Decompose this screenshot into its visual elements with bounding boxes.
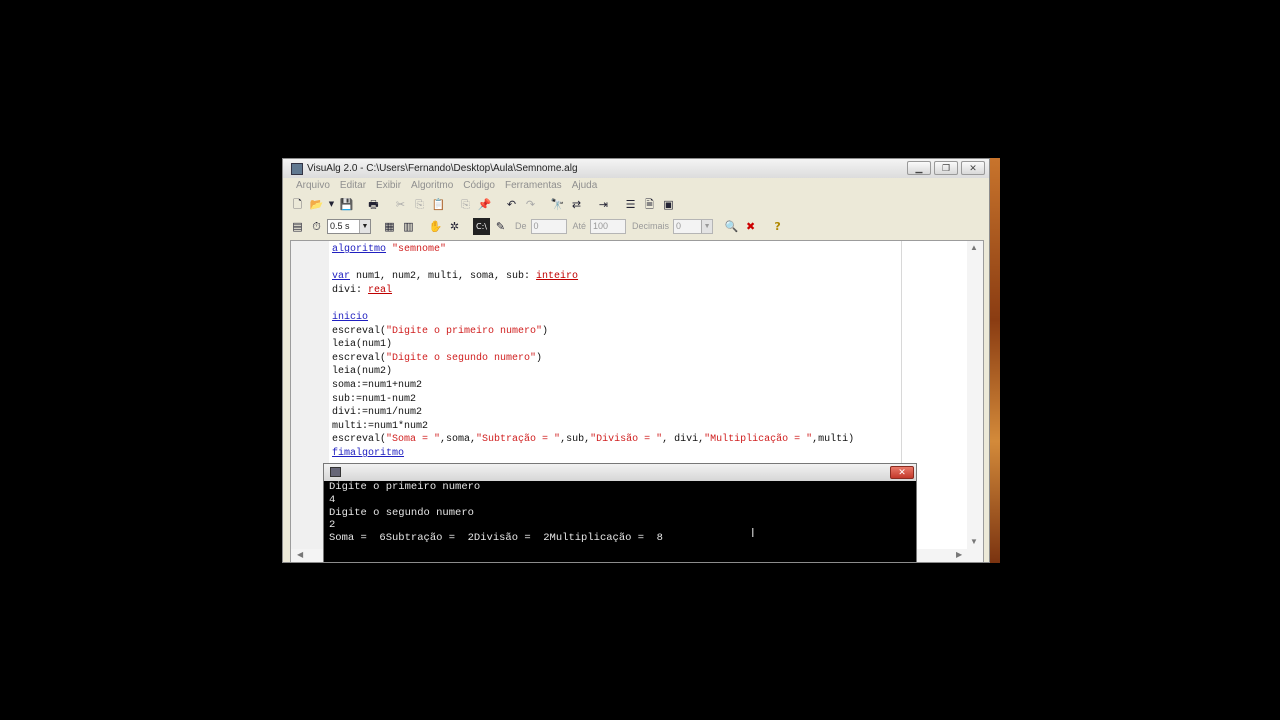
decimais-select[interactable]: 0 ▼	[673, 218, 714, 234]
variables-icon[interactable]: ▦	[381, 218, 398, 235]
code-line: var num1, num2, multi, soma, sub: inteir…	[332, 271, 579, 283]
console-icon[interactable]: C:\	[473, 217, 490, 235]
debug-icon[interactable]: ✲	[446, 218, 463, 235]
console-line: 2	[329, 519, 336, 532]
ate-field[interactable]: 100	[590, 218, 627, 234]
scroll-up-icon[interactable]: ▲	[970, 243, 978, 252]
replace-icon[interactable]: ⇄	[568, 196, 585, 213]
open-file-icon[interactable]: 📂	[308, 196, 325, 213]
save-icon[interactable]: 💾	[338, 196, 355, 213]
menu-bar: Arquivo Editar Exibir Algoritmo Código F…	[283, 178, 989, 192]
list-icon[interactable]: ☰	[622, 196, 639, 213]
menu-codigo[interactable]: Código	[458, 180, 500, 191]
close-button[interactable]: ✕	[961, 161, 985, 175]
menu-exibir[interactable]: Exibir	[371, 180, 406, 191]
console-window-icon	[330, 467, 341, 477]
code-line: fimalgoritmo	[332, 447, 405, 459]
minimize-button[interactable]: ▁	[907, 161, 931, 175]
code-line: multi:=num1*num2	[332, 420, 429, 432]
scroll-left-icon[interactable]: ◀	[297, 550, 303, 559]
document-icon[interactable]: 🗎	[641, 196, 658, 213]
clear-icon[interactable]: ✖	[742, 218, 759, 235]
menu-ferramentas[interactable]: Ferramentas	[500, 180, 567, 191]
main-toolbar: 🗋 📂 ▼ 💾 🖶 ✂ ⎘ 📋 ⎘ 📌 ↶ ↷ 🔭 ⇄ ⇥ ☰ 🗎 ▣	[283, 193, 989, 215]
menu-arquivo[interactable]: Arquivo	[291, 180, 335, 191]
code-line: escreval("Soma = ",soma,"Subtração = ",s…	[332, 434, 855, 446]
speed-select[interactable]: 0.5 s ▼	[327, 218, 371, 234]
code-line: leia(num1)	[332, 339, 393, 351]
window-icon[interactable]: ▣	[660, 196, 677, 213]
minimize-icon: ▁	[915, 163, 923, 173]
console-close-button[interactable]: ✕	[890, 466, 914, 479]
console-title-bar[interactable]: ✕	[324, 464, 916, 481]
code-line: inicio	[332, 311, 369, 323]
code-line: leia(num2)	[332, 366, 393, 378]
code-line: escreval("Digite o primeiro numero")	[332, 325, 549, 337]
text-cursor-icon: Ⅰ	[751, 526, 755, 540]
output-console[interactable]: ✕ Digite o primeiro numero 4 Digite o se…	[323, 463, 917, 562]
hand-icon[interactable]: ✋	[427, 218, 444, 235]
menu-algoritmo[interactable]: Algoritmo	[406, 180, 458, 191]
help-icon[interactable]: ?	[769, 218, 786, 235]
copy-icon[interactable]: ⎘	[411, 196, 428, 213]
vertical-scrollbar[interactable]: ▲ ▼	[967, 241, 983, 562]
open-dropdown-icon[interactable]: ▼	[327, 196, 336, 213]
breakpoint-icon[interactable]: ▥	[400, 218, 417, 235]
paste-special-icon[interactable]: 📌	[476, 196, 493, 213]
chevron-down-icon: ▼	[359, 219, 370, 233]
code-line: soma:=num1+num2	[332, 379, 423, 391]
code-line: divi:=num1/num2	[332, 407, 423, 419]
cut-icon[interactable]: ✂	[392, 196, 409, 213]
window-title: VisuAlg 2.0 - C:\Users\Fernando\Desktop\…	[307, 163, 578, 174]
decimais-label: Decimais	[632, 221, 670, 231]
restore-button[interactable]: ❐	[934, 161, 958, 175]
de-field[interactable]: 0	[530, 218, 567, 234]
console-output: Digite o primeiro numero 4 Digite o segu…	[327, 481, 913, 545]
ate-label: Até	[572, 221, 587, 231]
undo-icon[interactable]: ↶	[503, 196, 520, 213]
console-line: Digite o primeiro numero	[329, 481, 481, 493]
close-icon: ✕	[898, 467, 906, 477]
console-line: Digite o segundo numero	[329, 506, 474, 519]
zoom-icon[interactable]: 🔍	[723, 218, 740, 235]
decimais-value: 0	[676, 220, 682, 231]
speed-value: 0.5 s	[330, 220, 350, 231]
menu-editar[interactable]: Editar	[335, 180, 371, 191]
indent-icon[interactable]: ⇥	[595, 196, 612, 213]
code-line: algoritmo "semnome"	[332, 244, 447, 255]
console-line: Soma = 6Subtração = 2Divisão = 2Multipli…	[329, 532, 663, 545]
find-icon[interactable]: 🔭	[549, 196, 566, 213]
visualg-window: VisuAlg 2.0 - C:\Users\Fernando\Desktop\…	[282, 158, 990, 563]
code-line: sub:=num1-num2	[332, 393, 417, 405]
code-line: divi: real	[332, 284, 393, 296]
copy-special-icon[interactable]: ⎘	[457, 196, 474, 213]
wand-icon[interactable]: ✎	[492, 218, 509, 235]
desktop-background	[990, 158, 1000, 563]
restore-icon: ❐	[941, 163, 951, 173]
new-file-icon[interactable]: 🗋	[289, 196, 306, 213]
redo-icon[interactable]: ↷	[522, 196, 539, 213]
de-label: De	[515, 221, 527, 231]
menu-ajuda[interactable]: Ajuda	[567, 180, 603, 191]
chevron-down-icon: ▼	[701, 219, 713, 233]
code-line: escreval("Digite o segundo numero")	[332, 352, 543, 364]
step-list-icon[interactable]: ▤	[289, 218, 306, 235]
close-icon: ✕	[969, 163, 977, 173]
app-icon	[291, 162, 303, 175]
print-icon[interactable]: 🖶	[365, 196, 382, 213]
scroll-right-icon[interactable]: ▶	[956, 550, 962, 559]
title-bar[interactable]: VisuAlg 2.0 - C:\Users\Fernando\Desktop\…	[283, 159, 989, 178]
source-code[interactable]: algoritmo "semnome" var num1, num2, mult…	[332, 243, 854, 461]
paste-icon[interactable]: 📋	[430, 196, 447, 213]
console-line: 4	[329, 493, 336, 506]
timer-icon[interactable]: ⏱	[308, 218, 325, 235]
run-toolbar: ▤ ⏱ 0.5 s ▼ ▦ ▥ ✋ ✲ C:\ ✎ De 0 Até 100 D…	[283, 215, 989, 237]
scroll-down-icon[interactable]: ▼	[970, 537, 978, 546]
